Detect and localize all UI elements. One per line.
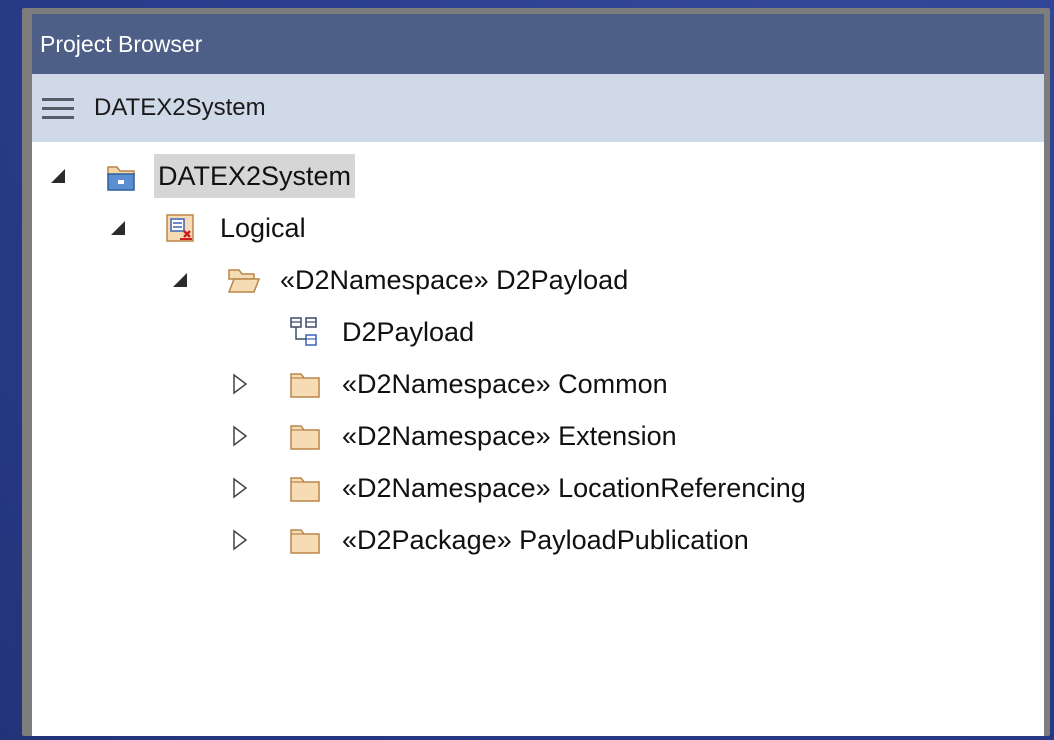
folder-icon <box>288 523 322 557</box>
expanded-triangle-icon[interactable] <box>170 270 190 290</box>
project-browser-window: Project Browser DATEX2System DATEX2Syste… <box>22 8 1050 736</box>
tree-item-label: «D2Namespace» LocationReferencing <box>342 473 806 503</box>
model-root-icon <box>104 159 138 193</box>
tree-item-label: «D2Package» PayloadPublication <box>342 525 749 555</box>
expanded-triangle-icon[interactable] <box>108 218 128 238</box>
tree-item-extension[interactable]: «D2Namespace» Extension <box>32 412 1044 460</box>
expanded-triangle-icon[interactable] <box>48 166 68 186</box>
toolbar-root-label: DATEX2System <box>94 94 266 121</box>
folder-open-icon <box>226 263 261 297</box>
collapsed-triangle-icon[interactable] <box>230 529 250 551</box>
tree-item-d2payload-diagram[interactable]: D2Payload <box>32 308 1044 356</box>
folder-icon <box>288 367 322 401</box>
tree-item-payloadpublication[interactable]: «D2Package» PayloadPublication <box>32 516 1044 564</box>
tree-item-label: «D2Namespace» Extension <box>342 421 677 451</box>
hamburger-menu-icon[interactable] <box>42 86 86 130</box>
desktop-background: Project Browser DATEX2System DATEX2Syste… <box>0 0 1054 740</box>
panel-title: Project Browser <box>32 14 1044 74</box>
tree-item-d2payload-namespace[interactable]: «D2Namespace» D2Payload <box>32 256 1044 304</box>
collapsed-triangle-icon[interactable] <box>230 477 250 499</box>
collapsed-triangle-icon[interactable] <box>230 373 250 395</box>
tree-item-label: «D2Namespace» D2Payload <box>280 265 629 295</box>
tree-item-label: Logical <box>220 213 306 243</box>
tree-item-locationreferencing[interactable]: «D2Namespace» LocationReferencing <box>32 464 1044 512</box>
class-diagram-icon <box>288 315 322 349</box>
tree-item-label: D2Payload <box>342 317 475 347</box>
tree-item-common[interactable]: «D2Namespace» Common <box>32 360 1044 408</box>
tree-item-label: «D2Namespace» Common <box>342 369 668 399</box>
collapsed-triangle-icon[interactable] <box>230 425 250 447</box>
browser-toolbar: DATEX2System <box>32 74 1044 142</box>
project-browser-panel: Project Browser DATEX2System DATEX2Syste… <box>32 14 1044 736</box>
folder-icon <box>288 471 322 505</box>
tree-item-logical[interactable]: Logical <box>32 204 1044 252</box>
folder-icon <box>288 419 322 453</box>
tree-item-label: DATEX2System <box>154 154 356 198</box>
tree-item-datex2system[interactable]: DATEX2System <box>32 152 1044 200</box>
view-package-icon <box>164 211 198 245</box>
